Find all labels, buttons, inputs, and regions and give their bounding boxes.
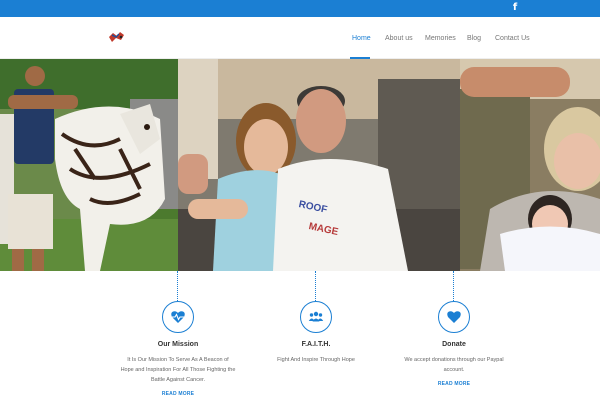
connector-line (315, 271, 316, 301)
heart-icon (438, 301, 470, 333)
nav-blog[interactable]: Blog (467, 35, 481, 42)
logo[interactable] (108, 31, 125, 43)
nav-contact-us[interactable]: Contact Us (495, 35, 530, 42)
read-more-link[interactable]: READ MORE (379, 381, 529, 387)
feature-title: Donate (442, 341, 466, 348)
nav-about-us[interactable]: About us (385, 35, 413, 42)
feature-title: Our Mission (157, 341, 199, 348)
connector-line (453, 271, 454, 301)
connector-line (177, 271, 178, 301)
photo-slider[interactable]: ROOF MAGE (0, 59, 600, 271)
feature-title: F.A.I.T.H. (301, 341, 331, 348)
nav-home[interactable]: Home (352, 35, 371, 42)
feature-description: We accept donations through our Paypal a… (404, 357, 504, 373)
feature-description: Fight And Inspire Through Hope (277, 357, 355, 363)
slide-photo-cow-statue (0, 59, 178, 271)
feature-description: It Is Our Mission To Serve As A Beacon o… (120, 357, 236, 383)
facebook-icon[interactable]: f (510, 1, 520, 15)
read-more-link[interactable]: READ MORE (103, 391, 253, 397)
group-icon (300, 301, 332, 333)
main-navigation: Home About us Memories Blog Contact Us (0, 17, 600, 59)
slide-photo-baby (460, 59, 600, 271)
top-bar: f (0, 0, 600, 17)
nav-memories[interactable]: Memories (425, 35, 456, 42)
heartbeat-icon (162, 301, 194, 333)
slide-photo-couple: ROOF MAGE (178, 59, 460, 271)
